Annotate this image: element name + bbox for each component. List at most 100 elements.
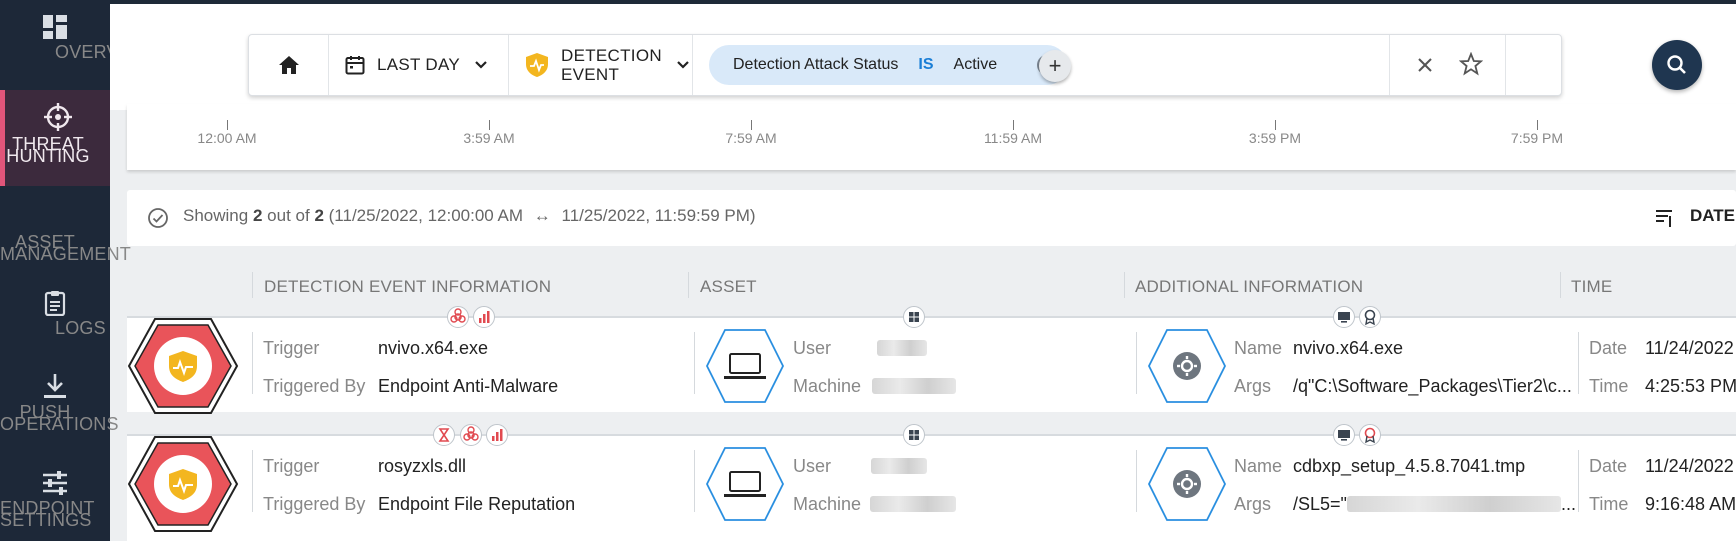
timeline-tick [1013,120,1014,130]
sidebar: OVERVIEW THREAT HUNTING ASSET MANAGEMENT… [0,0,153,541]
filter-chip[interactable]: Detection Attack Status IS Active ✕ [709,45,1067,85]
redacted-args [1347,496,1561,512]
check-circle-icon [148,208,168,228]
triggered-by-value: Endpoint File Reputation [378,494,576,514]
timeline-tick [227,120,228,130]
column-divider [1124,272,1125,298]
row-divider [1136,450,1137,512]
timeline-tick-label: 12:00 AM [197,130,257,146]
monitor-badge-icon [1333,424,1355,446]
user-label: User [793,338,832,358]
process-name-value: nvivo.x64.exe [1293,338,1404,358]
biohazard-badge-icon [447,306,469,328]
args-label: Args [1234,376,1272,396]
sort-icon[interactable] [1655,208,1675,228]
process-hexagon-icon [1147,447,1227,521]
results-count-text: Showing 2 out of 2 (11/25/2022, 12:00:00… [183,206,756,225]
column-divider [688,272,689,298]
laptop-hexagon-icon [705,329,785,403]
row-divider [252,332,253,394]
close-icon [1418,58,1432,72]
filter-bar: LAST DAY DETECTION EVENT Detection Attac… [248,34,1562,96]
timeline-tick [1537,120,1538,130]
process-hexagon-icon [1147,329,1227,403]
sidebar-item-asset-management[interactable]: ASSET MANAGEMENT [0,232,132,266]
clear-button[interactable] [1413,53,1437,77]
column-header-detection[interactable]: DETECTION EVENT INFORMATION [264,277,551,297]
download-icon [44,374,66,398]
date-range-dropdown[interactable]: LAST DAY [329,35,509,95]
sidebar-item-endpoint-settings[interactable]: ENDPOINT SETTINGS [0,470,110,541]
row-divider [694,332,695,394]
sidebar-item-overview[interactable]: OVERVIEW [0,14,153,76]
machine-label: Machine [793,494,862,514]
windows-badge-icon [903,306,925,328]
row-divider [694,450,695,512]
row-divider [1578,332,1579,394]
redacted-user [877,340,927,356]
laptop-hexagon-icon [705,447,785,521]
search-icon [1667,55,1686,74]
filter-chip-value: Active [953,56,998,73]
args-prefix-value: /SL5=" [1293,494,1347,514]
threat-hexagon-icon [127,436,239,532]
trigger-label: Trigger [263,456,320,476]
timeline-tick-label: 3:59 AM [463,130,515,146]
clipboard-icon [44,291,66,316]
date-label: Date [1589,456,1628,476]
sidebar-item-threat-hunting[interactable]: THREAT HUNTING [0,90,110,186]
timeline: 12:00 AM 3:59 AM 7:59 AM 11:59 AM 3:59 P… [127,104,1736,170]
column-header-time[interactable]: TIME [1571,277,1612,297]
name-label: Name [1234,338,1283,358]
home-button[interactable] [249,35,329,95]
redacted-machine [872,378,956,394]
signal-bars-badge-icon [473,306,495,328]
search-button[interactable] [1652,40,1702,90]
star-icon [1458,51,1484,76]
args-label: Args [1234,494,1272,514]
sidebar-item-label: PUSH OPERATIONS [0,402,119,434]
sidebar-item-label: THREAT HUNTING [6,134,90,166]
table-row[interactable]: Trigger nvivo.x64.exe Triggered By Endpo… [127,306,1736,414]
column-divider [252,272,253,298]
triggered-by-label: Triggered By [263,376,366,396]
row-divider [1136,332,1137,394]
chevron-down-icon [677,61,689,69]
time-label: Time [1589,376,1629,396]
event-type-dropdown[interactable]: DETECTION EVENT [509,35,693,95]
sidebar-item-logs[interactable]: LOGS [0,290,110,346]
threat-hexagon-icon [127,318,239,414]
table-row[interactable]: Trigger rosyzxls.dll Triggered By Endpoi… [127,424,1736,541]
triggered-by-value: Endpoint Anti-Malware [378,376,559,396]
divider [1505,35,1506,95]
sidebar-item-label: ASSET MANAGEMENT [0,232,132,264]
time-value: 4:25:53 PM [1645,376,1736,396]
date-range-label: LAST DAY [377,55,461,74]
date-label: Date [1589,338,1628,358]
certificate-badge-icon [1359,306,1381,328]
windows-badge-icon [903,424,925,446]
favorite-button[interactable] [1458,51,1484,76]
args-value: /q"C:\Software_Packages\Tier2\c... [1293,376,1572,396]
name-label: Name [1234,456,1283,476]
home-icon [278,56,299,74]
date-value: 11/24/2022 [1645,456,1734,476]
crosshair-icon [43,103,72,131]
results-summary: Showing 2 out of 2 (11/25/2022, 12:00:00… [127,190,1736,246]
filter-chip-operator: IS [918,56,934,73]
timeline-tick-label: 11:59 AM [983,130,1043,146]
column-header-additional[interactable]: ADDITIONAL INFORMATION [1135,277,1363,297]
shield-icon [526,53,548,77]
trigger-value: nvivo.x64.exe [378,338,489,358]
sort-label[interactable]: DATE [1690,206,1735,226]
add-filter-button[interactable]: + [1039,50,1071,82]
hourglass-badge-icon [433,424,455,446]
timeline-tick-label: 7:59 PM [1510,130,1564,146]
sliders-icon [43,471,67,495]
timeline-tick-label: 7:59 AM [725,130,777,146]
row-divider [252,450,253,512]
column-header-asset[interactable]: ASSET [700,277,757,297]
event-type-label-line2: EVENT [561,65,620,84]
sidebar-item-push-operations[interactable]: PUSH OPERATIONS [0,372,119,442]
filter-chip-field: Detection Attack Status [733,56,899,73]
